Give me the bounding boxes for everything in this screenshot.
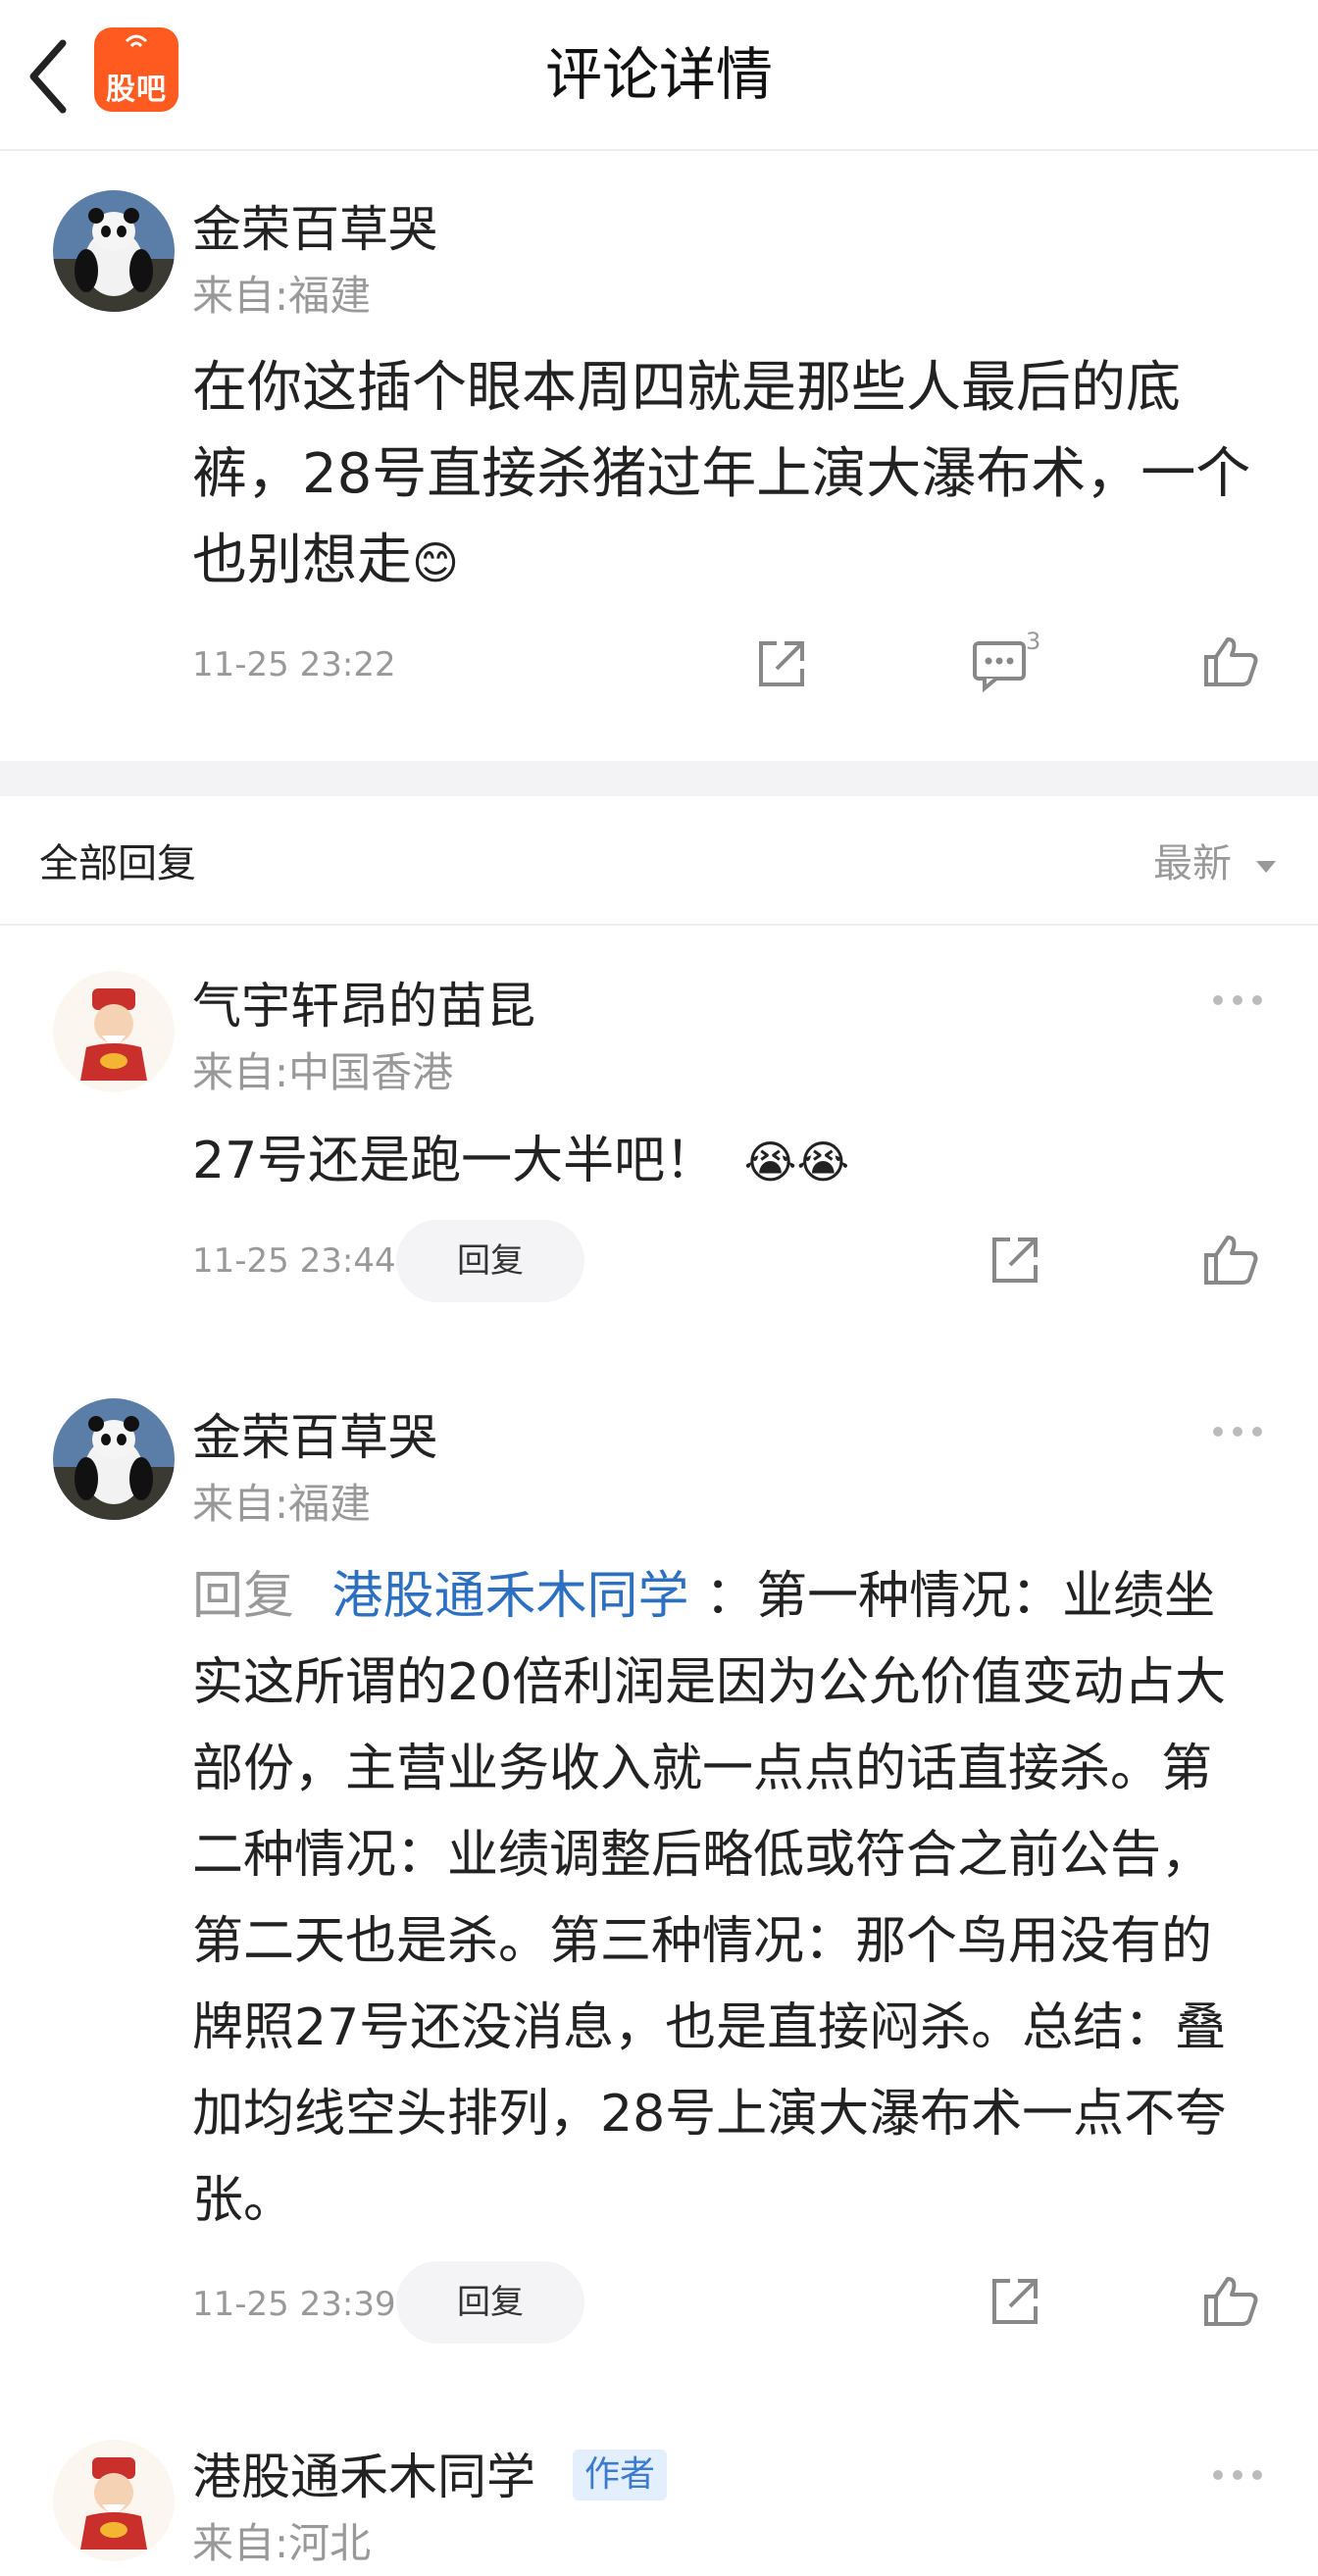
reply-button[interactable]: 回复 — [396, 1220, 584, 1302]
caishen-avatar-image — [53, 2440, 175, 2561]
share-icon[interactable] — [753, 635, 810, 692]
comment-icon[interactable] — [971, 635, 1028, 692]
caishen-avatar-image — [53, 971, 175, 1092]
avatar-panda[interactable] — [53, 1398, 175, 1520]
reply-user-name[interactable]: 气宇轩昂的苗昆 — [192, 977, 535, 1035]
share-icon[interactable] — [987, 1232, 1043, 1288]
like-icon[interactable] — [1202, 1232, 1259, 1288]
all-replies-title: 全部回复 — [39, 841, 196, 886]
comment-text: 在你这插个眼本周四就是那些人最后的底裤，28号直接杀猪过年上演大瀑布术，一个也别… — [192, 356, 1251, 592]
comment-time: 11-25 23:22 — [192, 645, 396, 684]
comment-body: 在你这插个眼本周四就是那些人最后的底裤，28号直接杀猪过年上演大瀑布术，一个也别… — [192, 345, 1271, 606]
reply-time: 11-25 23:44 — [192, 1241, 396, 1281]
crying-emojis: 😭😭 — [743, 1136, 850, 1188]
reply-user-origin: 来自:中国香港 — [192, 1048, 454, 1096]
panda-avatar-image — [53, 1398, 175, 1520]
like-icon[interactable] — [1202, 2273, 1259, 2330]
share-icon[interactable] — [987, 2273, 1043, 2330]
reply-text: ：第一种情况：业绩坐实这所谓的20倍利润是因为公允价值变动占大部份，主营业务收入… — [192, 1567, 1227, 2230]
sort-label: 最新 — [1153, 841, 1232, 886]
comment-count: 3 — [1026, 628, 1041, 655]
panda-avatar-image — [53, 190, 175, 312]
author-badge: 作者 — [573, 2450, 668, 2500]
avatar-caishen[interactable] — [53, 2440, 175, 2561]
reply-user-origin: 来自:河北 — [192, 2519, 372, 2567]
reply-button[interactable]: 回复 — [396, 2261, 584, 2344]
smile-emoji: 😊 — [412, 536, 459, 589]
reply-time: 11-25 23:39 — [192, 2285, 396, 2324]
user-origin: 来自:福建 — [192, 272, 372, 320]
reply-text: 27号还是跑一大半吧！ — [192, 1132, 717, 1190]
user-name[interactable]: 金荣百草哭 — [192, 200, 437, 259]
more-options-icon[interactable] — [1210, 1422, 1265, 1441]
reply-user-name[interactable]: 金荣百草哭 — [192, 1408, 437, 1467]
reply-body: 回复 港股通禾木同学 ：第一种情况：业绩坐实这所谓的20倍利润是因为公允价值变动… — [192, 1553, 1251, 2244]
mention-link[interactable]: 港股通禾木同学 — [332, 1567, 689, 1626]
avatar-caishen[interactable] — [53, 971, 175, 1092]
section-gap — [0, 761, 1318, 796]
avatar-panda[interactable] — [53, 190, 175, 312]
more-options-icon[interactable] — [1210, 2465, 1265, 2485]
more-options-icon[interactable] — [1210, 990, 1265, 1010]
sort-triangle-icon — [1255, 861, 1276, 873]
divider — [0, 924, 1318, 926]
reply-user-name[interactable]: 港股通禾木同学 — [192, 2448, 535, 2506]
reply-prefix: 回复 — [192, 1567, 295, 1626]
sort-latest[interactable]: 最新 — [1153, 839, 1278, 888]
reply-body: 27号还是跑一大半吧！ 😭😭 — [192, 1118, 849, 1205]
reply-user-origin: 来自:福建 — [192, 1480, 372, 1528]
page-title: 评论详情 — [544, 41, 773, 108]
like-icon[interactable] — [1202, 633, 1259, 690]
